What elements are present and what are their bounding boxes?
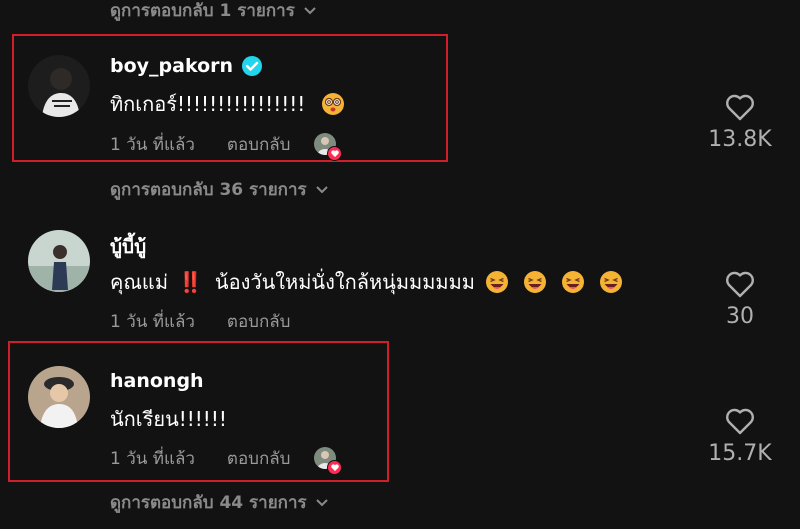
comment-meta: 1 วัน ที่แล้ว ตอบกลับ [110,308,290,335]
avatar[interactable] [28,230,90,292]
view-replies-label: ดูการตอบกลับ 44 รายการ [110,493,307,513]
comment-username[interactable]: hanongh [110,370,204,392]
grinning-squinting-face-icon [599,270,623,294]
view-replies-button[interactable]: ดูการตอบกลับ 1 รายการ [110,0,317,24]
comment-body-prefix: คุณแม่ [110,270,169,294]
grinning-squinting-face-icon [523,270,547,294]
grinning-squinting-face-icon [561,270,585,294]
comment-body: ทิกเกอร์!!!!!!!!!!!!!!!! [110,92,306,116]
chevron-down-icon [315,498,328,506]
avatar[interactable] [28,366,90,428]
heart-icon [327,459,343,475]
reply-button[interactable]: ตอบกลับ [227,445,291,472]
view-replies-button[interactable]: ดูการตอบกลับ 44 รายการ [110,489,329,516]
like-button[interactable]: 13.8K [700,93,780,152]
double-exclamation-icon: ‼️ [178,270,203,294]
creator-liked-badge [314,132,343,161]
avatar[interactable] [28,55,90,117]
comment-body: นักเรียน!!!!!! [110,407,227,431]
comment-body: น้องวันใหม่นั่งใกล้หนุ่มมมมมม [214,270,475,294]
comment-timestamp: 1 วัน ที่แล้ว [110,312,195,332]
like-count: 30 [726,304,754,329]
comment-meta: 1 วัน ที่แล้ว ตอบกลับ [110,445,343,475]
like-button[interactable]: 30 [700,270,780,329]
reply-button[interactable]: ตอบกลับ [227,308,291,335]
comment-text: คุณแม่ ‼️ น้องวันใหม่นั่งใกล้หนุ่มมมมมม [110,266,623,298]
like-count: 13.8K [708,127,772,152]
view-replies-button[interactable]: ดูการตอบกลับ 36 รายการ [110,176,329,203]
view-replies-label: ดูการตอบกลับ 1 รายการ [110,1,295,21]
grinning-squinting-face-icon [485,270,509,294]
username-text: boy_pakorn [110,55,234,77]
heart-outline-icon [726,94,754,121]
comment-username[interactable]: บู้บี้บู้ [110,232,146,262]
heart-outline-icon [726,271,754,298]
comment-meta: 1 วัน ที่แล้ว ตอบกลับ [110,131,343,161]
chevron-down-icon [304,6,316,14]
verified-badge-icon [242,56,263,76]
heart-outline-icon [726,408,754,435]
chevron-down-icon [315,185,328,193]
username-text: บู้บี้บู้ [110,236,147,258]
comment-username[interactable]: boy_pakorn [110,55,263,77]
comment-timestamp: 1 วัน ที่แล้ว [110,135,195,155]
reply-button[interactable]: ตอบกลับ [227,131,291,158]
view-replies-label: ดูการตอบกลับ 36 รายการ [110,180,307,200]
comment-text: ทิกเกอร์!!!!!!!!!!!!!!!! [110,88,345,120]
like-count: 15.7K [708,441,772,466]
creator-liked-badge [314,446,343,475]
heart-icon [327,145,343,161]
like-button[interactable]: 15.7K [700,407,780,466]
comment-timestamp: 1 วัน ที่แล้ว [110,449,195,469]
username-text: hanongh [110,370,204,392]
face-with-spiral-eyes-icon [321,92,345,116]
comment-text: นักเรียน!!!!!! [110,403,227,435]
